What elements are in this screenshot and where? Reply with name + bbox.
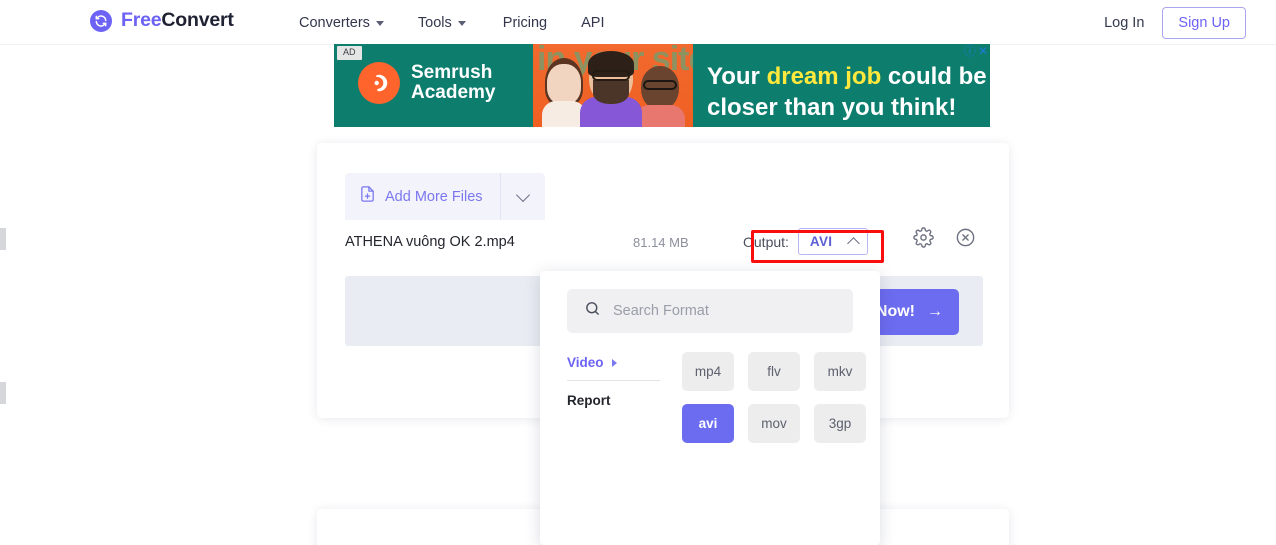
ad-photo: in your site	[533, 44, 693, 127]
add-more-files-dropdown-toggle[interactable]	[499, 173, 545, 220]
format-tile-avi[interactable]: avi	[682, 404, 734, 443]
ad-person-2-beard	[593, 80, 629, 104]
ad-person-3-glasses	[643, 80, 677, 90]
chevron-up-icon	[847, 236, 861, 250]
file-size: 81.14 MB	[633, 234, 689, 250]
format-tile-3gp[interactable]: 3gp	[814, 404, 866, 443]
ad-info-icon[interactable]: ⓘ	[964, 45, 976, 57]
add-more-files-group: Add More Files	[345, 173, 545, 220]
semrush-logo-icon	[358, 62, 400, 104]
file-settings-button[interactable]	[913, 227, 934, 253]
ad-badge: AD	[337, 46, 362, 60]
ad-controls: ⓘ ✕	[964, 45, 988, 57]
format-tile-mp4[interactable]: mp4	[682, 352, 734, 391]
nav-label-converters: Converters	[299, 14, 370, 31]
format-category-list: Video Report	[567, 355, 660, 408]
chevron-down-icon	[457, 21, 466, 26]
format-search-placeholder: Search Format	[613, 303, 709, 319]
ad-copy-part-1: Your	[707, 63, 767, 90]
triangle-right-icon	[611, 358, 617, 367]
nav-label-pricing: Pricing	[502, 14, 548, 31]
header-actions: Log In Sign Up	[1104, 0, 1246, 45]
format-tile-mkv[interactable]: mkv	[814, 352, 866, 391]
site-header: FreeConvert Converters Tools Pricing API…	[0, 0, 1276, 45]
login-link[interactable]: Log In	[1104, 15, 1144, 31]
output-label: Output:	[743, 233, 789, 250]
search-icon	[584, 300, 601, 322]
ad-copy-part-2: could be	[881, 63, 987, 90]
format-tile-grid: mp4 flv mkv avi mov 3gp	[682, 352, 866, 443]
file-row: ATHENA vuông OK 2.mp4 81.14 MB Output: A…	[345, 218, 981, 266]
ad-banner[interactable]: in your site Semrush Academy Your dream …	[334, 44, 990, 127]
logo-text-convert: Convert	[161, 9, 234, 31]
ad-person-1-face	[547, 64, 581, 104]
nav-item-pricing[interactable]: Pricing	[483, 0, 567, 45]
file-plus-icon	[359, 185, 376, 208]
format-search-box[interactable]: Search Format	[567, 289, 853, 333]
ad-brand-text: Semrush Academy	[411, 63, 496, 103]
output-format-group: Output: AVI	[734, 222, 877, 261]
add-more-files-label: Add More Files	[385, 188, 483, 205]
convert-circle-icon	[90, 9, 112, 32]
signup-button[interactable]: Sign Up	[1162, 6, 1246, 39]
convert-now-label: Now!	[875, 303, 915, 320]
format-category-report[interactable]: Report	[567, 393, 660, 408]
output-format-value: AVI	[809, 234, 833, 249]
site-logo[interactable]: FreeConvert	[90, 9, 234, 32]
nav-item-converters[interactable]: Converters	[299, 0, 401, 45]
ad-brand-line-2: Academy	[411, 82, 496, 103]
format-category-video-label: Video	[567, 355, 604, 370]
ad-brand-line-1: Semrush	[411, 62, 493, 84]
file-remove-button[interactable]	[955, 227, 976, 253]
nav-label-tools: Tools	[417, 14, 452, 31]
ad-person-2-glasses	[592, 70, 630, 81]
format-tile-flv[interactable]: flv	[748, 352, 800, 391]
nav-label-api: API	[581, 14, 605, 31]
file-name: ATHENA vuông OK 2.mp4	[345, 234, 515, 250]
output-format-select[interactable]: AVI	[797, 228, 869, 255]
nav-item-tools[interactable]: Tools	[401, 0, 483, 45]
ad-copy-highlight: dream job	[766, 63, 882, 90]
logo-text-free: Free	[121, 9, 162, 31]
ad-close-icon[interactable]: ✕	[978, 45, 988, 57]
format-tile-mov[interactable]: mov	[748, 404, 800, 443]
format-dropdown-panel: Search Format Video Report mp4 flv mkv a…	[540, 271, 880, 545]
ad-person-3-body	[635, 105, 685, 127]
add-more-files-button[interactable]: Add More Files	[345, 173, 500, 220]
ad-copy: Your dream job could be closer than you …	[707, 62, 987, 123]
chevron-down-icon	[515, 187, 530, 202]
arrow-right-icon: →	[927, 303, 943, 320]
scroll-edge-mark	[0, 228, 6, 250]
ad-copy-line-2: closer than you think!	[707, 93, 957, 121]
logo-text: FreeConvert	[121, 9, 234, 32]
main-nav: Converters Tools Pricing API	[299, 0, 618, 45]
ad-brand: Semrush Academy	[358, 62, 496, 104]
nav-item-api[interactable]: API	[567, 0, 618, 45]
format-category-video[interactable]: Video	[567, 355, 660, 381]
scroll-edge-mark	[0, 382, 6, 404]
chevron-down-icon	[375, 21, 384, 26]
